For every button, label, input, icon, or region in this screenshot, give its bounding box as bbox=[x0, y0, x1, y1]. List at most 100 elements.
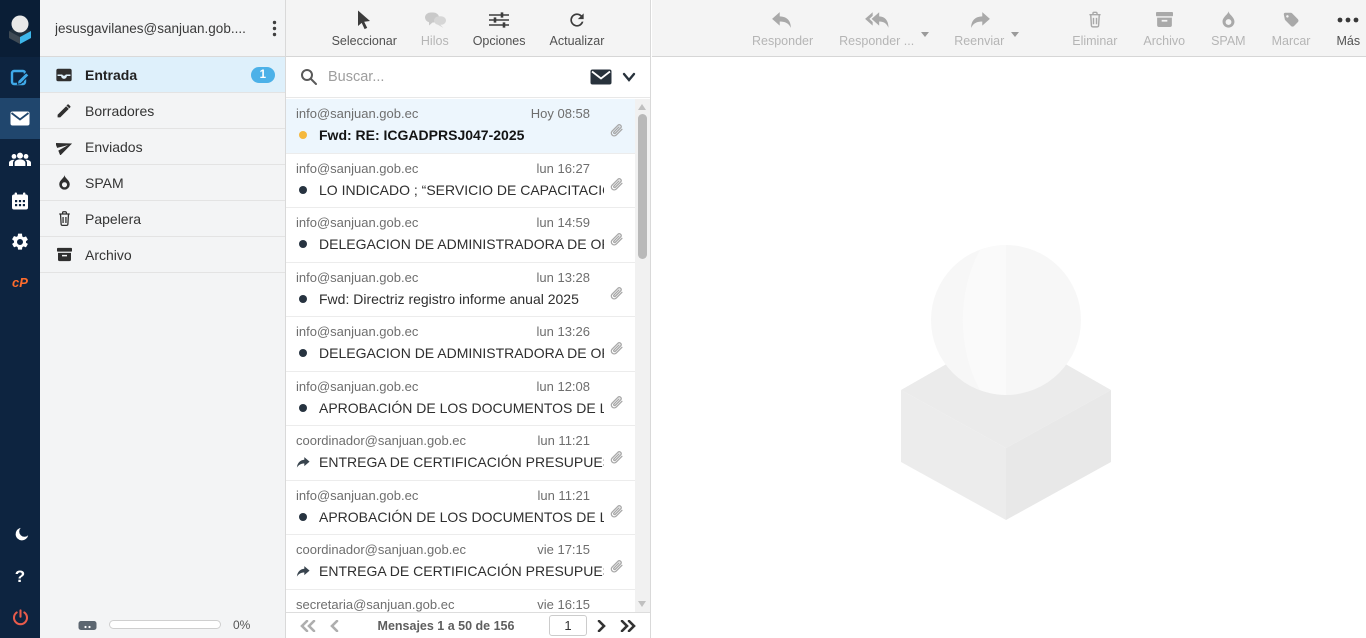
forward-dropdown-caret[interactable] bbox=[1011, 32, 1019, 37]
message-row[interactable]: info@sanjuan.gob.eclun 12:08 APROBACIÓN … bbox=[286, 372, 650, 427]
message-sender: info@sanjuan.gob.ec bbox=[296, 324, 418, 339]
message-time: lun 12:08 bbox=[537, 379, 605, 394]
message-list: info@sanjuan.gob.ecHoy 08:58 Fwd: RE: IC… bbox=[286, 99, 650, 612]
snappymail-watermark-logo bbox=[898, 245, 1114, 520]
message-view-empty bbox=[652, 57, 1366, 637]
folder-list: Entrada 1 Borradores Enviados bbox=[40, 57, 285, 273]
logout-button[interactable] bbox=[0, 597, 40, 638]
app-rail: cP ? bbox=[0, 0, 40, 638]
message-toolbar: Responder Responder ... Reenviar bbox=[652, 0, 1366, 57]
message-subject: DELEGACION DE ADMINISTRADORA DE OR... bbox=[319, 236, 604, 252]
message-row[interactable]: coordinador@sanjuan.gob.ecvie 17:15 ENTR… bbox=[286, 535, 650, 590]
attachment-icon bbox=[609, 286, 624, 307]
message-row[interactable]: info@sanjuan.gob.ec lun 16:27 LO INDICADO… bbox=[286, 154, 650, 209]
list-toolbar: Seleccionar Hilos Opcion bbox=[286, 0, 650, 57]
more-button[interactable]: Más bbox=[1336, 9, 1360, 48]
dark-mode-toggle[interactable] bbox=[0, 515, 40, 556]
attachment-icon bbox=[609, 341, 624, 362]
chevron-down-icon[interactable] bbox=[622, 72, 636, 82]
scrollbar-thumb[interactable] bbox=[638, 114, 647, 259]
folder-label: Entrada bbox=[85, 67, 137, 83]
unread-count-badge: 1 bbox=[251, 67, 275, 83]
folder-trash[interactable]: Papelera bbox=[40, 201, 285, 237]
message-subject: APROBACIÓN DE LOS DOCUMENTOS DE LA... bbox=[319, 509, 604, 525]
message-sender: info@sanjuan.gob.ec bbox=[296, 379, 418, 394]
folder-drafts[interactable]: Borradores bbox=[40, 93, 285, 129]
folder-inbox[interactable]: Entrada 1 bbox=[40, 57, 285, 93]
spam-button[interactable]: SPAM bbox=[1211, 9, 1246, 48]
message-row[interactable]: info@sanjuan.gob.eclun 13:28 Fwd: Direct… bbox=[286, 263, 650, 318]
attachment-icon bbox=[609, 232, 624, 253]
delete-button[interactable]: Eliminar bbox=[1072, 9, 1117, 48]
read-dot-icon bbox=[296, 404, 310, 412]
compose-button[interactable] bbox=[0, 57, 40, 98]
folder-sidebar: jesusgavilanes@sanjuan.gob.... Entrada 1 bbox=[40, 0, 286, 638]
quota-indicator: 0% bbox=[40, 611, 285, 638]
flame-icon bbox=[55, 174, 73, 191]
cpanel-icon: cP bbox=[12, 275, 28, 290]
account-menu-icon[interactable] bbox=[272, 20, 277, 37]
message-row[interactable]: info@sanjuan.gob.eclun 11:21 APROBACIÓN … bbox=[286, 481, 650, 536]
search-bar bbox=[286, 57, 650, 98]
account-selector[interactable]: jesusgavilanes@sanjuan.gob.... bbox=[40, 0, 285, 57]
folder-sent[interactable]: Enviados bbox=[40, 129, 285, 165]
contacts-nav-button[interactable] bbox=[0, 139, 40, 180]
first-page-button[interactable] bbox=[296, 620, 320, 632]
prev-page-button[interactable] bbox=[326, 620, 343, 632]
message-subject: ENTREGA DE CERTIFICACIÓN PRESUPUEST... bbox=[319, 454, 604, 470]
forward-button[interactable]: Reenviar bbox=[954, 9, 1004, 48]
folder-archive[interactable]: Archivo bbox=[40, 237, 285, 273]
page-number-input[interactable] bbox=[549, 615, 587, 636]
message-time: lun 16:27 bbox=[537, 161, 605, 176]
calendar-nav-button[interactable] bbox=[0, 180, 40, 221]
reply-all-button[interactable]: Responder ... bbox=[839, 9, 914, 48]
cursor-icon bbox=[356, 9, 372, 31]
last-page-button[interactable] bbox=[616, 620, 640, 632]
chat-bubbles-icon bbox=[423, 9, 447, 31]
message-sender: info@sanjuan.gob.ec bbox=[296, 161, 418, 176]
message-time: lun 13:28 bbox=[537, 270, 605, 285]
options-button[interactable]: Opciones bbox=[473, 9, 526, 48]
message-row[interactable]: info@sanjuan.gob.eclun 14:59 DELEGACION … bbox=[286, 208, 650, 263]
mark-button[interactable]: Marcar bbox=[1272, 9, 1311, 48]
mail-nav-button[interactable] bbox=[0, 98, 40, 139]
app-logo-icon[interactable] bbox=[0, 0, 40, 57]
folder-spam[interactable]: SPAM bbox=[40, 165, 285, 201]
reply-all-dropdown-caret[interactable] bbox=[921, 32, 929, 37]
message-sender: info@sanjuan.gob.ec bbox=[296, 270, 418, 285]
question-icon: ? bbox=[15, 567, 25, 587]
message-row[interactable]: info@sanjuan.gob.ecHoy 08:58 Fwd: RE: IC… bbox=[286, 99, 650, 154]
cpanel-link[interactable]: cP bbox=[0, 262, 40, 303]
help-button[interactable]: ? bbox=[0, 556, 40, 597]
archive-icon bbox=[55, 247, 73, 262]
read-dot-icon bbox=[296, 295, 310, 303]
trash-icon bbox=[55, 210, 73, 227]
scroll-down-arrow-icon[interactable] bbox=[638, 601, 646, 607]
message-row[interactable]: info@sanjuan.gob.eclun 13:26 DELEGACION … bbox=[286, 317, 650, 372]
message-sender: coordinador@sanjuan.gob.ec bbox=[296, 542, 466, 557]
reply-all-icon bbox=[864, 9, 890, 31]
list-scrollbar[interactable] bbox=[635, 99, 650, 612]
message-row[interactable]: secretaria@sanjuan.gob.ecvie 16:15 bbox=[286, 590, 650, 613]
read-dot-icon bbox=[296, 240, 310, 248]
select-button[interactable]: Seleccionar bbox=[332, 9, 397, 48]
settings-nav-button[interactable] bbox=[0, 221, 40, 262]
message-sender: coordinador@sanjuan.gob.ec bbox=[296, 433, 466, 448]
reply-button[interactable]: Responder bbox=[752, 9, 813, 48]
message-sender: info@sanjuan.gob.ec bbox=[296, 106, 418, 121]
read-dot-icon bbox=[296, 349, 310, 357]
threads-button[interactable]: Hilos bbox=[421, 9, 449, 48]
next-page-button[interactable] bbox=[593, 620, 610, 632]
message-row[interactable]: coordinador@sanjuan.gob.eclun 11:21 ENTR… bbox=[286, 426, 650, 481]
scroll-up-arrow-icon[interactable] bbox=[638, 104, 646, 110]
envelope-filter-icon[interactable] bbox=[590, 69, 612, 85]
refresh-button[interactable]: Actualizar bbox=[550, 9, 605, 48]
message-subject: ENTREGA DE CERTIFICACIÓN PRESUPUEST... bbox=[319, 563, 604, 579]
message-subject: LO INDICADO ; “SERVICIO DE CAPACITACIÓ..… bbox=[319, 182, 604, 198]
search-input[interactable] bbox=[328, 69, 580, 85]
refresh-icon bbox=[567, 9, 587, 31]
pagination-status: Mensajes 1 a 50 de 156 bbox=[349, 619, 543, 633]
power-icon bbox=[11, 608, 30, 627]
archive-button[interactable]: Archivo bbox=[1143, 9, 1185, 48]
message-time: lun 14:59 bbox=[537, 215, 605, 230]
